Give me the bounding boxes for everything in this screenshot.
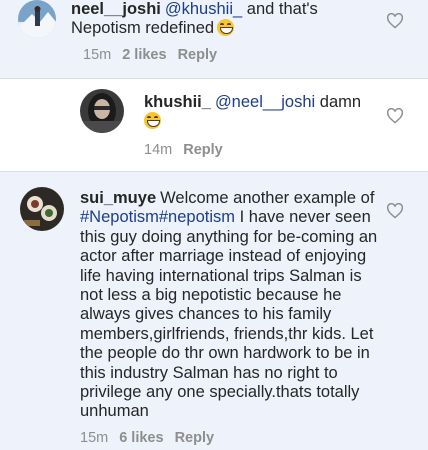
reply-button[interactable]: Reply <box>183 142 223 158</box>
comment-text: neel__joshi @khushii_ and that's Nepotism… <box>71 0 361 39</box>
avatar[interactable] <box>18 0 56 38</box>
comment-neel-joshi: neel__joshi @khushii_ and that's Nepotism… <box>0 0 428 80</box>
comment-hashtags[interactable]: #Nepotism#nepotism <box>80 208 235 226</box>
comment-time: 14m <box>144 142 173 158</box>
reply-button[interactable]: Reply <box>178 47 218 63</box>
comment-mention[interactable]: @khushii_ <box>165 0 242 18</box>
comment-likes[interactable]: 2 likes <box>122 47 166 63</box>
comment-meta: 15m 2 likes Reply <box>83 47 228 63</box>
grinning-sweat-emoji-icon <box>144 112 161 130</box>
grinning-sweat-emoji-icon <box>217 19 235 37</box>
reply-button[interactable]: Reply <box>175 430 215 446</box>
comment-text: sui_muye Welcome another example of #Nepo… <box>80 189 378 422</box>
heart-outline-icon[interactable] <box>386 108 404 124</box>
avatar[interactable] <box>20 187 64 231</box>
comment-khushii: khushii_ @neel__joshi damn 14m Reply <box>0 79 428 171</box>
avatar[interactable] <box>80 89 124 133</box>
comment-sui-muye: sui_muye Welcome another example of #Nepo… <box>0 172 428 450</box>
comment-body: damn <box>319 93 362 111</box>
comment-time: 15m <box>83 47 112 63</box>
comment-text: khushii_ @neel__joshi damn <box>144 93 364 132</box>
comment-meta: 14m Reply <box>144 142 234 158</box>
comment-body-start: Welcome another example of <box>160 189 375 207</box>
heart-outline-icon[interactable] <box>386 203 404 219</box>
comment-username[interactable]: neel__joshi <box>71 0 161 18</box>
comment-body: I have never seen this guy doing anythin… <box>80 208 378 421</box>
comment-likes[interactable]: 6 likes <box>119 430 163 446</box>
comment-meta: 15m 6 likes Reply <box>80 430 225 446</box>
comment-time: 15m <box>80 430 109 446</box>
heart-outline-icon[interactable] <box>386 13 404 29</box>
comment-mention[interactable]: @neel__joshi <box>215 93 315 111</box>
comment-username[interactable]: khushii_ <box>144 93 211 111</box>
comment-username[interactable]: sui_muye <box>80 189 156 207</box>
